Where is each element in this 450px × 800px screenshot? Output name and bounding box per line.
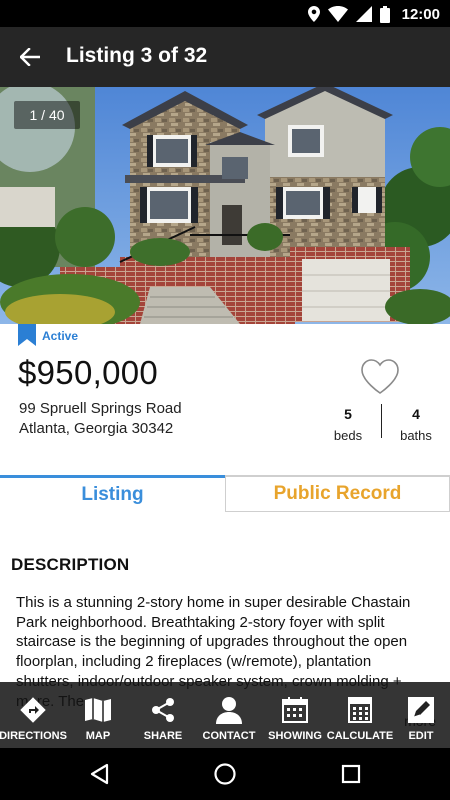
share-button[interactable]: SHARE [130, 682, 196, 748]
calculate-button[interactable]: CALCULATE [326, 682, 394, 748]
showing-label: SHOWING [268, 730, 322, 742]
showing-button[interactable]: SHOWING [262, 682, 328, 748]
app-bar: Listing 3 of 32 [0, 27, 450, 87]
signal-icon [355, 6, 372, 22]
map-button[interactable]: MAP [66, 682, 130, 748]
nav-recents-button[interactable] [338, 761, 364, 787]
favorite-button[interactable] [360, 358, 400, 396]
nav-home-button[interactable] [212, 761, 238, 787]
address-line-2: Atlanta, Georgia 30342 [19, 420, 174, 437]
directions-label: DIRECTIONS [0, 730, 67, 742]
edit-button[interactable]: EDIT [392, 682, 450, 748]
tab-listing[interactable]: Listing [0, 475, 225, 512]
nav-back-icon [90, 763, 109, 785]
listing-photo[interactable]: 1 / 40 [0, 87, 450, 324]
calculator-icon [348, 697, 372, 723]
directions-icon [20, 697, 46, 723]
stat-divider [381, 404, 382, 438]
listing-price: $950,000 [18, 354, 159, 391]
heart-outline-icon [361, 359, 399, 394]
tab-public-record[interactable]: Public Record [225, 475, 450, 512]
beds-stat: 5 beds [328, 406, 368, 443]
photo-counter: 1 / 40 [14, 101, 80, 129]
baths-stat: 4 baths [392, 406, 440, 443]
arrow-left-icon [20, 48, 40, 66]
nav-home-icon [214, 763, 236, 785]
listing-status-label: Active [42, 329, 79, 343]
calculate-label: CALCULATE [326, 730, 394, 742]
contact-icon [216, 697, 242, 724]
directions-button[interactable]: DIRECTIONS [0, 682, 67, 748]
bookmark-flag-icon [18, 324, 36, 346]
map-icon [85, 698, 111, 722]
listing-status-badge: Active [18, 324, 78, 346]
system-navigation-bar [0, 748, 450, 800]
contact-label: CONTACT [202, 730, 256, 742]
address-line-1: 99 Spruell Springs Road [19, 400, 182, 417]
description-heading: DESCRIPTION [11, 555, 130, 574]
edit-icon [408, 697, 434, 723]
action-toolbar: DIRECTIONS MAP SHARE CONTACT SHOWING CAL… [0, 682, 450, 748]
nav-back-button[interactable] [86, 761, 112, 787]
baths-value: 4 [412, 406, 420, 422]
share-icon [152, 698, 174, 722]
share-label: SHARE [143, 730, 183, 742]
nav-recents-icon [341, 764, 361, 784]
status-bar: 12:00 [0, 0, 450, 27]
edit-label: EDIT [408, 730, 434, 742]
baths-label: baths [400, 428, 432, 443]
status-time: 12:00 [401, 5, 440, 23]
location-icon [307, 6, 320, 22]
beds-label: beds [333, 428, 363, 443]
map-label: MAP [85, 730, 111, 742]
calendar-icon [282, 697, 308, 723]
battery-icon [379, 5, 390, 23]
beds-value: 5 [344, 406, 352, 422]
back-button[interactable] [10, 39, 50, 75]
page-title: Listing 3 of 32 [66, 44, 208, 67]
contact-button[interactable]: CONTACT [196, 682, 262, 748]
wifi-icon [327, 6, 348, 22]
